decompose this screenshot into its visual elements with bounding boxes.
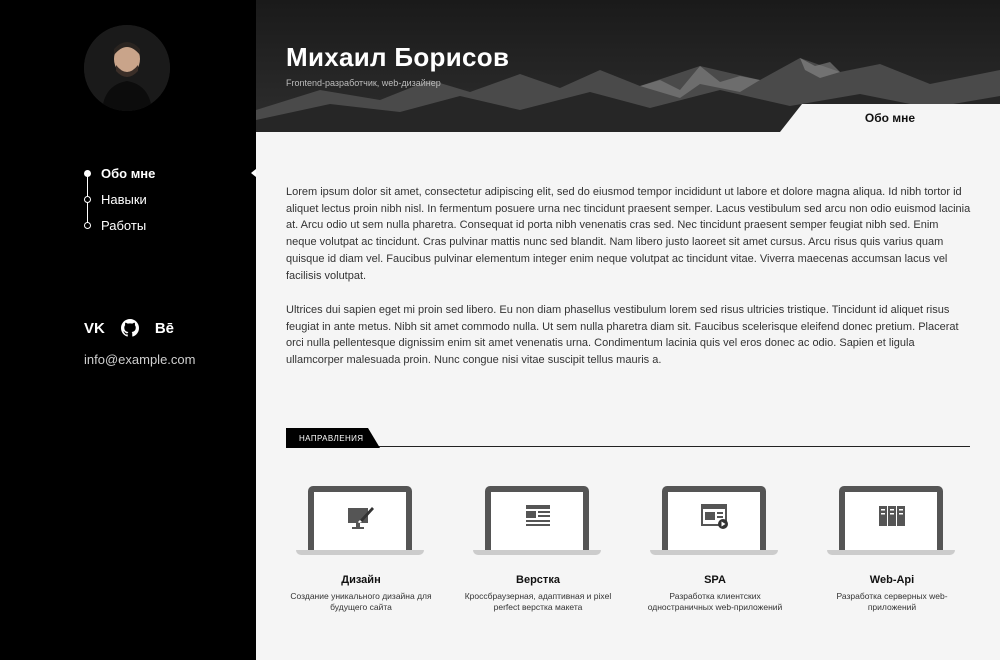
services-grid: Дизайн Создание уникального дизайна для … bbox=[286, 484, 970, 634]
service-card-design: Дизайн Создание уникального дизайна для … bbox=[286, 484, 436, 612]
paragraph: Lorem ipsum dolor sit amet, consectetur … bbox=[286, 186, 971, 282]
main-panel: Lorem ipsum dolor sit amet, consectetur … bbox=[256, 132, 1000, 660]
sidebar-nav: Обо мне Навыки Работы bbox=[84, 163, 256, 237]
service-description: Кроссбраузерная, адаптивная и pixel perf… bbox=[464, 591, 612, 612]
service-description: Разработка клиентских одностраничных web… bbox=[647, 591, 783, 612]
nav-item-works[interactable]: Работы bbox=[84, 215, 256, 235]
service-title: Web-Api bbox=[869, 574, 915, 586]
service-card-spa: SPA Разработка клиентских одностраничных… bbox=[640, 484, 790, 612]
nav-dot bbox=[84, 169, 91, 177]
nav-item-label: Работы bbox=[101, 217, 147, 233]
nav-item-label: Обо мне bbox=[101, 165, 156, 181]
divider bbox=[286, 446, 970, 447]
github-icon[interactable] bbox=[120, 318, 139, 338]
service-title: Дизайн bbox=[341, 574, 381, 586]
github-logo bbox=[120, 319, 139, 337]
service-description: Создание уникального дизайна для будущег… bbox=[290, 591, 432, 612]
layout-icon bbox=[526, 505, 550, 526]
nav-item-label: Навыки bbox=[101, 191, 147, 207]
tab-about[interactable]: Обо мне bbox=[780, 104, 1000, 132]
social-links: VK Bē bbox=[84, 318, 190, 338]
service-description: Разработка серверных web-приложений bbox=[836, 591, 948, 612]
subtitle: Frontend-разработчик, web-дизайнер bbox=[286, 78, 441, 88]
nav-item-about[interactable]: Обо мне bbox=[84, 163, 256, 183]
nav-dot bbox=[84, 221, 91, 229]
behance-icon[interactable]: Bē bbox=[155, 318, 174, 338]
server-icon bbox=[879, 506, 905, 526]
laptop-icon bbox=[827, 484, 957, 558]
email-link[interactable]: info@example.com bbox=[84, 352, 195, 367]
vk-icon[interactable]: VK bbox=[84, 318, 105, 338]
section-header: НАПРАВЛЕНИЯ bbox=[286, 428, 970, 450]
laptop-icon bbox=[650, 484, 780, 558]
profile-photo bbox=[84, 25, 170, 111]
service-title: Верстка bbox=[516, 574, 560, 586]
design-icon bbox=[348, 507, 374, 529]
page-title: Михаил Борисов bbox=[286, 42, 510, 72]
service-card-layout: Верстка Кроссбраузерная, адаптивная и pi… bbox=[463, 484, 613, 612]
nav-dot bbox=[84, 195, 91, 203]
service-title: SPA bbox=[704, 574, 726, 586]
sidebar: Обо мне Навыки Работы VK Bē info@example… bbox=[0, 0, 256, 660]
nav-item-skills[interactable]: Навыки bbox=[84, 189, 256, 209]
avatar bbox=[84, 25, 170, 111]
paragraph: Ultrices dui sapien eget mi proin sed li… bbox=[286, 304, 959, 367]
section-label: НАПРАВЛЕНИЯ bbox=[286, 428, 380, 448]
service-card-webapi: Web-Api Разработка серверных web-приложе… bbox=[817, 484, 967, 612]
laptop-icon bbox=[296, 484, 426, 558]
spa-icon bbox=[701, 504, 728, 529]
laptop-icon bbox=[473, 484, 603, 558]
